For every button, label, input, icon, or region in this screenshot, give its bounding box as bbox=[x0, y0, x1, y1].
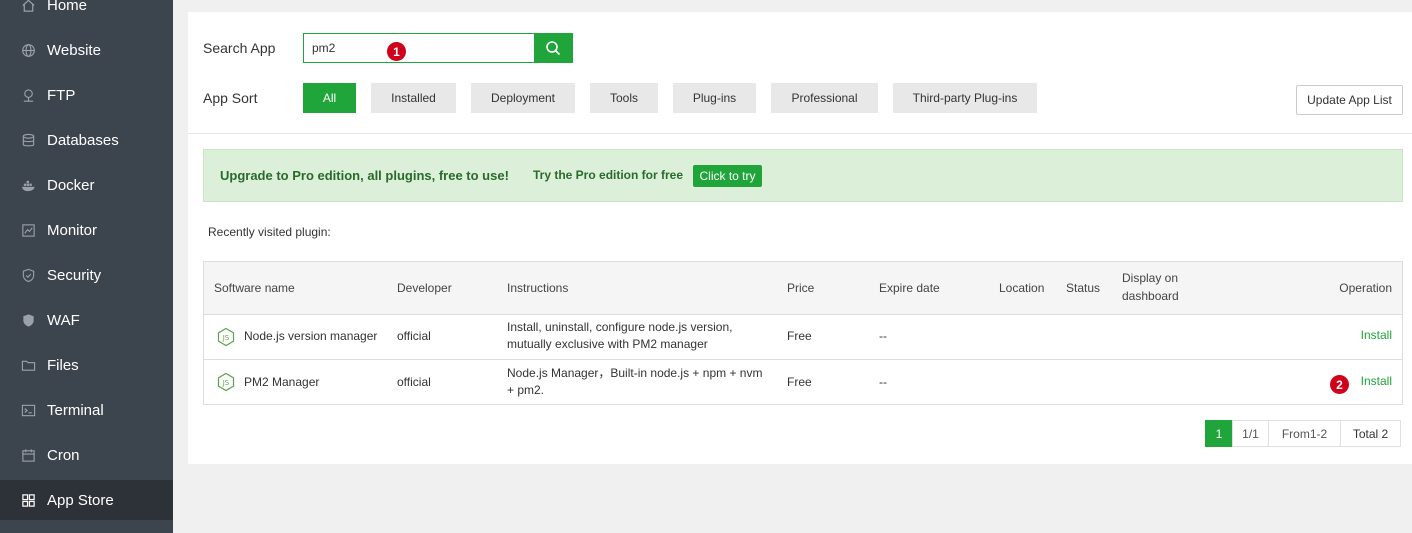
software-name: PM2 Manager bbox=[244, 375, 320, 389]
page-current[interactable]: 1 bbox=[1205, 420, 1233, 447]
sidebar-item-security[interactable]: Security bbox=[0, 255, 173, 295]
expire-date: -- bbox=[879, 329, 887, 343]
price: Free bbox=[787, 375, 812, 389]
header-operation: Operation bbox=[1339, 281, 1392, 295]
sort-label: App Sort bbox=[203, 90, 258, 106]
terminal-icon bbox=[20, 402, 36, 418]
sidebar-item-docker[interactable]: Docker bbox=[0, 165, 173, 205]
instructions-line-2: mutually exclusive with PM2 manager bbox=[507, 337, 708, 351]
divider bbox=[188, 133, 1412, 134]
instructions-line-1: Install, uninstall, configure node.js ve… bbox=[507, 320, 733, 334]
plugin-table: Software name Developer Instructions Pri… bbox=[203, 261, 1403, 405]
sidebar-item-monitor[interactable]: Monitor bbox=[0, 210, 173, 250]
header-dashboard: dashboard bbox=[1122, 289, 1179, 303]
sidebar: Home Website FTP Databases Docker Monito… bbox=[0, 0, 173, 533]
home-icon bbox=[20, 0, 36, 13]
pagination: 1 1/1 From1-2 Total 2 bbox=[1205, 420, 1401, 447]
docker-icon bbox=[20, 177, 36, 193]
step-marker-1: 1 bbox=[387, 42, 406, 61]
ftp-icon bbox=[20, 87, 36, 103]
monitor-icon bbox=[20, 222, 36, 238]
sidebar-item-label: Cron bbox=[47, 446, 80, 464]
nodejs-icon: JS bbox=[217, 327, 235, 347]
header-instructions: Instructions bbox=[507, 281, 569, 295]
sidebar-item-label: Monitor bbox=[47, 221, 98, 239]
cron-icon bbox=[20, 447, 36, 463]
table-row: JS PM2 Manager official Node.js Manager，… bbox=[204, 360, 1402, 405]
shield-icon bbox=[20, 267, 36, 283]
waf-shield-icon bbox=[20, 312, 36, 328]
header-software-name: Software name bbox=[214, 281, 295, 295]
page-total: Total 2 bbox=[1340, 420, 1401, 447]
sidebar-item-label: FTP bbox=[47, 86, 76, 104]
sidebar-item-label: Databases bbox=[47, 131, 119, 149]
sort-all-button[interactable]: All bbox=[303, 83, 356, 113]
sidebar-item-label: Home bbox=[47, 0, 88, 14]
table-header: Software name Developer Instructions Pri… bbox=[204, 262, 1402, 315]
click-to-try-button[interactable]: Click to try bbox=[693, 165, 762, 187]
sort-tools-button[interactable]: Tools bbox=[590, 83, 658, 113]
search-box bbox=[303, 33, 573, 63]
promo-subtext: Try the Pro edition for free bbox=[533, 168, 684, 182]
sidebar-item-app-store[interactable]: App Store bbox=[0, 480, 173, 520]
sidebar-item-label: App Store bbox=[47, 491, 114, 509]
header-developer: Developer bbox=[397, 281, 452, 295]
sidebar-item-terminal[interactable]: Terminal bbox=[0, 390, 173, 430]
install-link[interactable]: Install bbox=[1361, 374, 1392, 388]
svg-text:JS: JS bbox=[222, 379, 230, 387]
globe-icon bbox=[20, 42, 36, 58]
sidebar-item-home[interactable]: Home bbox=[0, 0, 173, 25]
sidebar-item-files[interactable]: Files bbox=[0, 345, 173, 385]
sort-installed-button[interactable]: Installed bbox=[371, 83, 456, 113]
pro-upgrade-banner: Upgrade to Pro edition, all plugins, fre… bbox=[203, 149, 1403, 202]
page-range: From1-2 bbox=[1268, 420, 1341, 447]
sidebar-item-ftp[interactable]: FTP bbox=[0, 75, 173, 115]
step-marker-2: 2 bbox=[1330, 375, 1349, 394]
sidebar-item-waf[interactable]: WAF bbox=[0, 300, 173, 340]
nodejs-icon: JS bbox=[217, 372, 235, 392]
software-name: Node.js version manager bbox=[244, 329, 378, 343]
search-icon bbox=[546, 41, 561, 56]
header-status: Status bbox=[1066, 281, 1101, 295]
search-input[interactable] bbox=[304, 34, 535, 62]
sidebar-item-label: Website bbox=[47, 41, 101, 59]
update-app-list-button[interactable]: Update App List bbox=[1296, 85, 1403, 115]
sort-professional-button[interactable]: Professional bbox=[771, 83, 878, 113]
folder-icon bbox=[20, 357, 36, 373]
sort-third-party-button[interactable]: Third-party Plug-ins bbox=[893, 83, 1037, 113]
recently-visited-label: Recently visited plugin: bbox=[208, 225, 331, 239]
search-button[interactable] bbox=[534, 34, 572, 62]
page-count: 1/1 bbox=[1232, 420, 1269, 447]
header-expire-date: Expire date bbox=[879, 281, 940, 295]
svg-text:JS: JS bbox=[222, 334, 230, 342]
sidebar-item-label: WAF bbox=[47, 311, 80, 329]
database-icon bbox=[20, 132, 36, 148]
instructions-line-2: + pm2. bbox=[507, 383, 545, 397]
sidebar-item-label: Docker bbox=[47, 176, 95, 194]
search-label: Search App bbox=[203, 40, 276, 56]
sort-deployment-button[interactable]: Deployment bbox=[471, 83, 575, 113]
header-location: Location bbox=[999, 281, 1045, 295]
promo-text: Upgrade to Pro edition, all plugins, fre… bbox=[220, 168, 509, 183]
price: Free bbox=[787, 329, 812, 343]
sidebar-item-cron[interactable]: Cron bbox=[0, 435, 173, 475]
grid-icon bbox=[20, 492, 36, 508]
sidebar-item-label: Security bbox=[47, 266, 102, 284]
sidebar-item-label: Files bbox=[47, 356, 79, 374]
header-price: Price bbox=[787, 281, 815, 295]
top-strip bbox=[188, 0, 1412, 12]
install-link[interactable]: Install bbox=[1361, 328, 1392, 342]
developer: official bbox=[397, 329, 431, 343]
sidebar-item-label: Terminal bbox=[47, 401, 104, 419]
sort-plugins-button[interactable]: Plug-ins bbox=[673, 83, 756, 113]
developer: official bbox=[397, 375, 431, 389]
table-row: JS Node.js version manager official Inst… bbox=[204, 315, 1402, 360]
header-display-on: Display on bbox=[1122, 271, 1179, 285]
sidebar-item-website[interactable]: Website bbox=[0, 30, 173, 70]
expire-date: -- bbox=[879, 375, 887, 389]
sidebar-item-databases[interactable]: Databases bbox=[0, 120, 173, 160]
instructions-line-1: Node.js Manager，Built-in node.js + npm +… bbox=[507, 366, 763, 380]
